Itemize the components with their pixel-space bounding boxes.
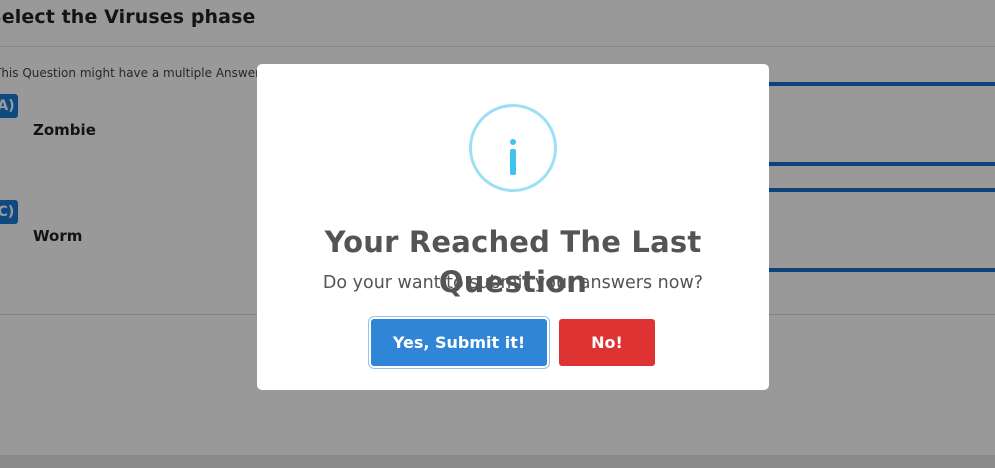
submit-button[interactable]: Yes, Submit it! bbox=[371, 319, 547, 366]
info-icon-stem bbox=[510, 149, 516, 175]
dialog-message: Do your want to submit your answers now? bbox=[322, 273, 704, 293]
info-icon bbox=[469, 104, 557, 192]
info-icon-dot bbox=[510, 139, 516, 145]
confirm-dialog: Your Reached The Last Question Do your w… bbox=[257, 64, 769, 390]
cancel-button[interactable]: No! bbox=[559, 319, 655, 366]
